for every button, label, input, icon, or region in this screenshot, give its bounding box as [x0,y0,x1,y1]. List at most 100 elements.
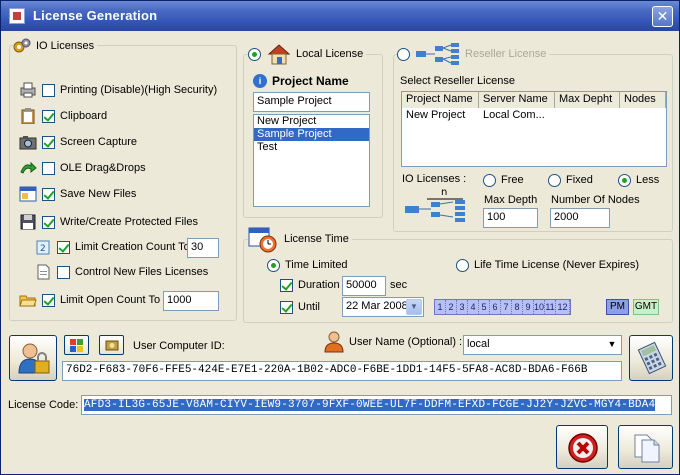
ole-checkbox[interactable] [42,161,55,175]
control-new-checkbox[interactable] [57,265,70,279]
license-code-value: AFD3-IL3G-65JE-V8AM-CIYV-IEW9-3707-9FXF-… [84,399,656,411]
limit-creation-input[interactable]: 30 [187,238,219,258]
io-item-screen-capture[interactable]: Screen Capture [19,133,137,151]
fixed-radio[interactable] [548,173,561,187]
chevron-down-icon[interactable]: ▼ [604,337,620,353]
printing-label: Printing (Disable)(High Security) [60,84,218,96]
save-window-icon [19,186,37,202]
user-name-combo[interactable]: local ▼ [463,335,622,355]
free-radio[interactable] [483,173,496,187]
cancel-button[interactable] [556,425,608,469]
reseller-license-radio[interactable] [397,47,410,61]
lifetime-radio[interactable] [456,258,469,272]
limit-open-input[interactable]: 1000 [163,291,219,311]
hour-cell[interactable]: 11 [545,300,556,314]
write-protected-checkbox[interactable] [42,215,55,229]
col-nodes[interactable]: Nodes [620,92,666,108]
hour-cell[interactable]: 4 [468,300,479,314]
local-license-radio[interactable] [248,47,261,61]
gmt-toggle[interactable]: GMT [633,299,659,315]
limit-open-checkbox[interactable] [42,293,55,307]
io-item-limit-open[interactable]: Limit Open Count To [19,291,160,309]
io-option-fixed[interactable]: Fixed [548,171,593,189]
hour-cell[interactable]: 1 [435,300,446,314]
license-time-title: License Time [284,233,349,245]
project-list-item[interactable]: Test [254,141,369,154]
nodes-input[interactable]: 2000 [550,208,610,228]
local-license-legend[interactable]: Local License [248,41,367,67]
io-option-less[interactable]: Less [618,171,659,189]
screen-capture-checkbox[interactable] [42,135,55,149]
license-code-label: License Code: [8,399,79,411]
floppy-icon [19,214,37,230]
camera-icon [19,134,37,150]
hour-cell[interactable]: 10 [534,300,545,314]
computer-id-field[interactable]: 76D2-F683-70F6-FFE5-424E-E7E1-220A-1B02-… [62,361,622,381]
hour-cell[interactable]: 7 [501,300,512,314]
save-new-checkbox[interactable] [42,187,55,201]
cell-server: Local Com... [483,109,545,121]
duration-option[interactable]: Duration [280,276,340,294]
io-option-free[interactable]: Free [483,171,524,189]
less-radio[interactable] [618,173,631,187]
hour-cell[interactable]: 9 [523,300,534,314]
col-project-name[interactable]: Project Name [402,92,479,108]
io-item-printing[interactable]: Printing (Disable)(High Security) [19,81,217,99]
io-item-control-new[interactable]: Control New Files Licenses [34,263,208,281]
hour-cell[interactable]: 5 [479,300,490,314]
user-lock-button[interactable] [9,335,57,381]
col-server-name[interactable]: Server Name [479,92,555,108]
calculator-icon [635,341,669,375]
lifetime-option[interactable]: Life Time License (Never Expires) [456,256,639,274]
col-max-depth[interactable]: Max Depht [555,92,620,108]
duration-input[interactable]: 50000 [342,276,386,296]
duration-label: Duration [298,279,340,291]
fixed-label: Fixed [566,174,593,186]
hour-cell[interactable]: 6 [490,300,501,314]
io-item-write-protected[interactable]: Write/Create Protected Files [19,213,198,231]
project-name-heading: i Project Name [253,74,349,88]
project-name-input[interactable]: Sample Project [253,92,370,112]
max-depth-input[interactable]: 100 [483,208,538,228]
write-protected-label: Write/Create Protected Files [60,216,198,228]
license-code-field[interactable]: AFD3-IL3G-65JE-V8AM-CIYV-IEW9-3707-9FXF-… [81,395,672,415]
screen-capture-label: Screen Capture [60,136,138,148]
time-limited-option[interactable]: Time Limited [267,256,348,274]
pm-toggle[interactable]: PM [606,299,629,315]
limit-creation-checkbox[interactable] [57,240,70,254]
duration-checkbox[interactable] [280,278,293,292]
hour-cell[interactable]: 12 [556,300,570,314]
copy-button[interactable] [618,425,673,469]
until-checkbox[interactable] [280,300,293,314]
table-row[interactable]: New Project Local Com... [402,108,666,123]
printing-checkbox[interactable] [42,83,55,97]
reseller-grid-header: Project Name Server Name Max Depht Nodes [402,92,666,108]
reseller-license-legend[interactable]: Reseller License [397,41,550,67]
close-window-button[interactable]: ✕ [652,6,673,27]
project-list[interactable]: New Project Sample Project Test [253,114,370,207]
hour-selector[interactable]: 1 2 3 4 5 6 7 8 9 10 11 12 [434,299,571,315]
io-item-clipboard[interactable]: Clipboard [19,107,107,125]
cell-nodes [620,108,666,123]
calculator-button[interactable] [629,335,673,381]
hour-cell[interactable]: 2 [446,300,457,314]
io-item-save-new[interactable]: Save New Files [19,185,136,203]
cell-depth [555,108,620,123]
title-bar[interactable]: License Generation ✕ [1,1,679,31]
io-item-limit-creation[interactable]: 2 Limit Creation Count To [34,238,190,256]
project-list-item[interactable]: New Project [254,115,369,128]
project-list-item-selected[interactable]: Sample Project [254,128,369,141]
chevron-down-icon[interactable]: ▼ [406,299,422,315]
clipboard-checkbox[interactable] [42,109,55,123]
hardware-id-button[interactable] [99,335,124,355]
time-limited-radio[interactable] [267,258,280,272]
io-licenses-legend: IO Licenses [13,37,98,55]
io-item-ole[interactable]: OLE Drag&Drops [19,159,146,177]
hour-cell[interactable]: 8 [512,300,523,314]
reseller-grid[interactable]: Project Name Server Name Max Depht Nodes… [401,91,667,167]
until-date-picker[interactable]: 22 Mar 2008 ▼ [342,297,424,317]
until-option[interactable]: Until [280,298,320,316]
limit-creation-label: Limit Creation Count To [75,241,190,253]
hour-cell[interactable]: 3 [457,300,468,314]
windows-id-button[interactable] [64,335,89,355]
